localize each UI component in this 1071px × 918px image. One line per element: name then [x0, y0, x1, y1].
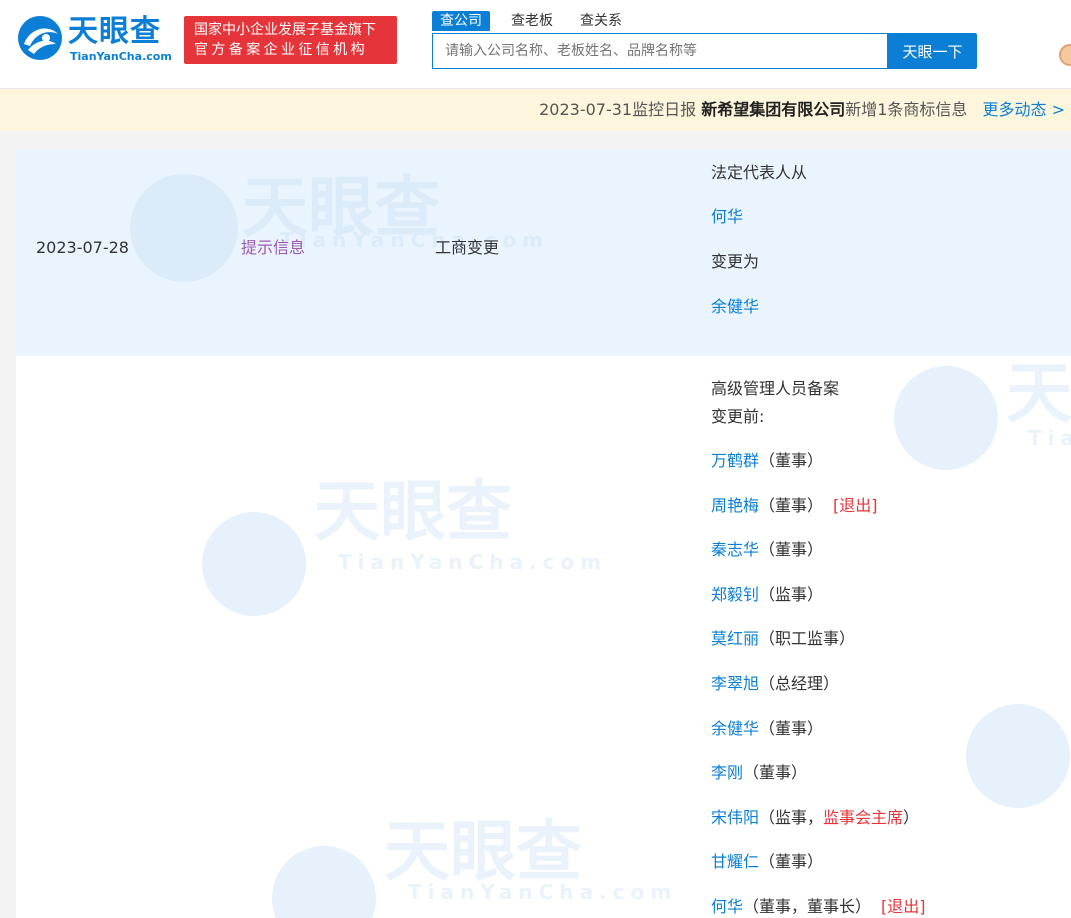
- search-button[interactable]: 天眼一下: [888, 33, 977, 69]
- person-role: （董事）: [759, 852, 824, 871]
- notice-company[interactable]: 新希望集团有限公司: [701, 100, 845, 119]
- person-role: （监事）: [759, 585, 824, 604]
- search-input[interactable]: [432, 33, 888, 69]
- list-item: 李刚（董事）: [711, 762, 807, 784]
- notice-suffix: 新增1条商标信息: [845, 100, 968, 119]
- logo-text: 天眼查: [68, 14, 161, 49]
- person-role: （董事）: [759, 719, 824, 738]
- list-item: 余健华（董事）: [711, 718, 823, 740]
- person-name-link[interactable]: 李刚: [711, 763, 743, 782]
- list-item: 万鹤群（董事）: [711, 450, 823, 472]
- person-role: （董事）: [759, 451, 824, 470]
- person-role-close: ）: [903, 808, 920, 827]
- list-item: 宋伟阳（监事，监事会主席）: [711, 807, 919, 829]
- notice-content: 2023-07-31监控日报 新希望集团有限公司新增1条商标信息 更多动态 >: [539, 89, 1065, 131]
- notice-prefix: 2023-07-31监控日报: [539, 100, 697, 119]
- person-role: （董事）: [759, 540, 824, 559]
- person-name-link[interactable]: 万鹤群: [711, 451, 759, 470]
- government-badge[interactable]: 国家中小企业发展子基金旗下 官方备案企业征信机构: [184, 16, 397, 64]
- record-category: 工商变更: [435, 238, 500, 257]
- person-role: （监事，: [759, 808, 824, 827]
- record2-title: 高级管理人员备案: [711, 379, 840, 398]
- list-item: 甘耀仁（董事）: [711, 851, 823, 873]
- record-date: 2023-07-28: [36, 238, 129, 257]
- exit-tag[interactable]: [退出]: [833, 496, 878, 515]
- person-name-link[interactable]: 余健华: [711, 719, 759, 738]
- table-row: 天眼查 TianYanCha.com 2023-07-28 提示信息 工商变更 …: [16, 150, 1071, 356]
- list-item: 郑毅钊（监事）: [711, 584, 823, 606]
- person-name-link[interactable]: 郑毅钊: [711, 585, 759, 604]
- person-name-link[interactable]: 莫红丽: [711, 629, 759, 648]
- person-role: （董事，董事长）: [743, 897, 872, 916]
- list-item: 何华（董事，董事长） [退出]: [711, 896, 926, 918]
- person-name-link[interactable]: 秦志华: [711, 540, 759, 559]
- tab-company[interactable]: 查公司: [432, 11, 490, 31]
- exit-tag[interactable]: [退出]: [881, 897, 926, 916]
- person-name-link[interactable]: 甘耀仁: [711, 852, 759, 871]
- person-role-highlight: 监事会主席: [823, 808, 904, 827]
- person-role: （职工监事）: [759, 629, 856, 648]
- logo-domain: TianYanCha.com: [70, 50, 172, 63]
- person-role: （总经理）: [759, 674, 840, 693]
- person-name-link[interactable]: 何华: [711, 897, 743, 916]
- old-legal-rep-link[interactable]: 何华: [711, 206, 743, 228]
- person-name-link[interactable]: 宋伟阳: [711, 808, 759, 827]
- list-item: 李翠旭（总经理）: [711, 673, 839, 695]
- tab-relation[interactable]: 查关系: [572, 11, 630, 31]
- tianyancha-logo[interactable]: 天眼查 TianYanCha.com: [16, 14, 176, 66]
- record2-before-label: 变更前:: [711, 407, 765, 426]
- top-header: 天眼查 TianYanCha.com 国家中小企业发展子基金旗下 官方备案企业征…: [0, 0, 1071, 89]
- new-legal-rep-link[interactable]: 余健华: [711, 296, 759, 318]
- logo-eye-icon: [18, 16, 62, 60]
- monitor-notice-bar: 2023-07-31监控日报 新希望集团有限公司新增1条商标信息 更多动态 >: [0, 89, 1071, 131]
- list-item: 秦志华（董事）: [711, 539, 823, 561]
- person-name-link[interactable]: 李翠旭: [711, 674, 759, 693]
- list-item: 周艳梅（董事） [退出]: [711, 495, 878, 517]
- user-avatar[interactable]: [1059, 44, 1071, 66]
- list-item: 莫红丽（职工监事）: [711, 628, 855, 650]
- change-records-table: 天眼查 TianYanCha.com 2023-07-28 提示信息 工商变更 …: [16, 150, 1071, 918]
- person-name-link[interactable]: 周艳梅: [711, 496, 759, 515]
- change-to-label: 变更为: [711, 252, 760, 271]
- tab-boss[interactable]: 查老板: [503, 11, 561, 31]
- gov-badge-line1: 国家中小企业发展子基金旗下: [194, 22, 376, 38]
- change-from-label: 法定代表人从: [711, 163, 808, 182]
- more-updates-link[interactable]: 更多动态 >: [983, 100, 1066, 119]
- person-role: （董事）: [759, 496, 824, 515]
- gov-badge-line2: 官方备案企业征信机构: [194, 42, 368, 58]
- person-role: （董事）: [743, 763, 808, 782]
- record-type-tag[interactable]: 提示信息: [241, 237, 305, 259]
- table-row: 天眼查 TianYanCha.com 天眼查 TianYanCha.com 天眼…: [16, 355, 1071, 918]
